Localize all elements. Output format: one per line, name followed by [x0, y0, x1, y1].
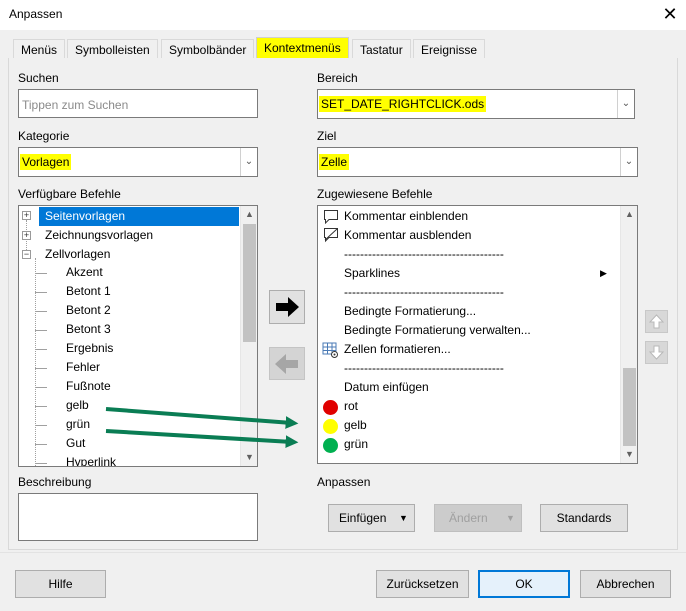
reset-button[interactable]: Zurücksetzen	[376, 570, 469, 598]
cancel-button[interactable]: Abbrechen	[580, 570, 671, 598]
ok-button[interactable]: OK	[478, 570, 570, 598]
footer-separator	[0, 552, 686, 553]
annotation-arrows	[105, 407, 299, 449]
help-button[interactable]: Hilfe	[15, 570, 106, 598]
